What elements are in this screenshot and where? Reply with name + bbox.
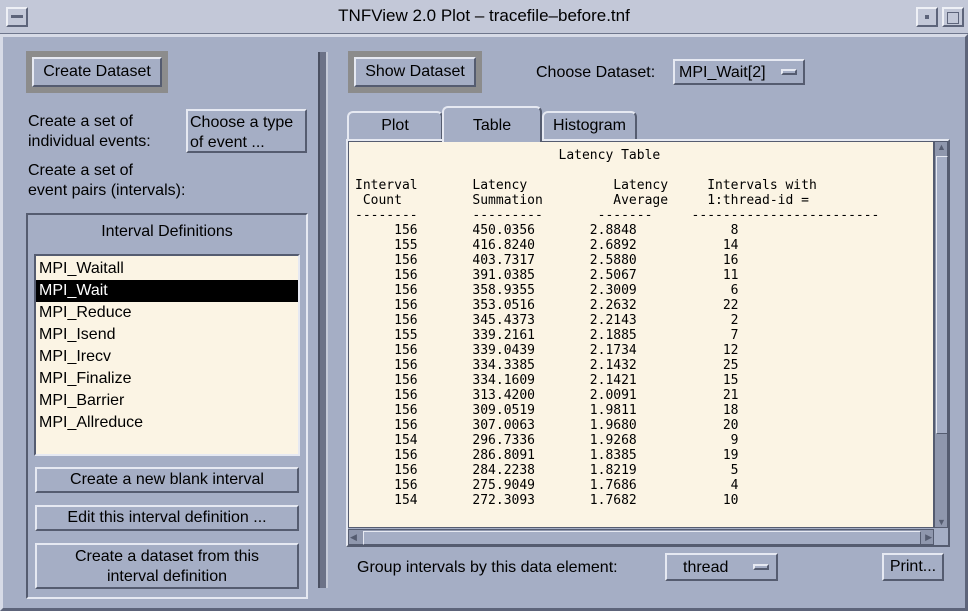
scroll-right-arrow-icon[interactable]: ▶ [925,532,932,542]
interval-list-item[interactable]: MPI_Allreduce [36,412,298,434]
table-row: 156 286.8091 1.8385 19 [394,448,739,463]
dataset-select[interactable]: MPI_Wait[2] [673,59,805,85]
individual-events-label: Create a set of individual events: [28,113,151,150]
vertical-scrollbar[interactable]: ▲ ▼ [934,141,948,528]
group-element-value: thread [683,559,729,576]
table-row: 156 313.4200 2.0091 21 [394,388,739,403]
tab-table[interactable]: Table [442,106,542,142]
create-dataset-button[interactable]: Create Dataset [26,51,168,93]
tab-plot[interactable]: Plot [347,111,443,141]
interval-definitions-title: Interval Definitions [101,223,233,240]
create-blank-interval-button[interactable]: Create a new blank interval [35,467,299,493]
horizontal-scrollbar[interactable]: ◀ ▶ [348,529,934,545]
interval-list-item[interactable]: MPI_Wait [36,280,298,302]
interval-list-item[interactable]: MPI_Irecv [36,346,298,368]
show-dataset-button[interactable]: Show Dataset [348,51,482,93]
table-row: 156 353.0516 2.2632 22 [394,298,739,313]
edit-interval-button[interactable]: Edit this interval definition ... [35,505,299,531]
tab-histogram[interactable]: Histogram [542,111,637,141]
title-bar[interactable]: TNFView 2.0 Plot – tracefile–before.tnf [0,0,968,34]
option-indicator-icon [753,564,769,570]
table-header-rule: -------- --------- ------- -------------… [355,208,880,223]
table-row: 156 391.0385 2.5067 11 [394,268,739,283]
interval-list-item[interactable]: MPI_Reduce [36,302,298,324]
latency-table-text[interactable]: Latency Table Interval Latency Latency I… [348,141,934,528]
window-title: TNFView 2.0 Plot – tracefile–before.tnf [338,6,630,25]
table-row: 156 403.7317 2.5880 16 [394,253,739,268]
pane-divider[interactable] [318,52,328,588]
table-row: 154 296.7336 1.9268 9 [394,433,739,448]
table-header-line1: Interval Latency Latency Intervals with [355,178,817,193]
table-row: 156 284.2238 1.8219 5 [394,463,739,478]
event-pairs-label: Create a set of event pairs (intervals): [28,162,186,199]
table-row: 156 307.0063 1.9680 20 [394,418,739,433]
group-intervals-label: Group intervals by this data element: [357,559,618,576]
table-row: 156 275.9049 1.7686 4 [394,478,739,493]
interval-list-item[interactable]: MPI_Isend [36,324,298,346]
choose-dataset-label: Choose Dataset: [536,64,656,81]
minimize-button[interactable] [916,7,938,27]
scroll-left-arrow-icon[interactable]: ◀ [350,532,357,542]
dataset-select-value: MPI_Wait[2] [679,64,766,81]
interval-list-item[interactable]: MPI_Barrier [36,390,298,412]
choose-event-type-button[interactable]: Choose a type of event ... [186,109,307,153]
print-button[interactable]: Print... [882,553,944,581]
table-header-line2: Count Summation Average 1:thread-id = [362,193,809,208]
scroll-up-arrow-icon[interactable]: ▲ [937,142,946,152]
table-row: 156 358.9355 2.3009 6 [394,283,739,298]
vertical-scroll-thumb[interactable] [936,156,948,434]
maximize-button[interactable] [942,7,964,27]
option-indicator-icon [781,69,797,75]
interval-list-item[interactable]: MPI_Finalize [36,368,298,390]
table-row: 156 334.3385 2.1432 25 [394,358,739,373]
table-row: 156 339.0439 2.1734 12 [394,343,739,358]
create-dataset-from-interval-button[interactable]: Create a dataset from this interval defi… [35,543,299,589]
table-row: 156 345.4373 2.2143 2 [394,313,739,328]
table-row: 156 334.1609 2.1421 15 [394,373,739,388]
table-row: 156 309.0519 1.9811 18 [394,403,739,418]
group-element-select[interactable]: thread [665,553,778,581]
table-title: Latency Table [558,148,661,163]
horizontal-scroll-thumb[interactable] [363,531,921,545]
table-row: 155 339.2161 2.1885 7 [394,328,739,343]
table-row: 154 272.3093 1.7682 10 [394,493,739,508]
show-dataset-label: Show Dataset [354,57,476,87]
interval-list[interactable]: MPI_Waitall MPI_Wait MPI_Reduce MPI_Isend MP… [34,254,300,456]
create-dataset-label: Create Dataset [32,57,162,87]
table-row: 156 450.0356 2.8848 8 [394,223,739,238]
scroll-down-arrow-icon[interactable]: ▼ [937,517,946,527]
table-row: 155 416.8240 2.6892 14 [394,238,739,253]
interval-list-item[interactable]: MPI_Waitall [36,258,298,280]
